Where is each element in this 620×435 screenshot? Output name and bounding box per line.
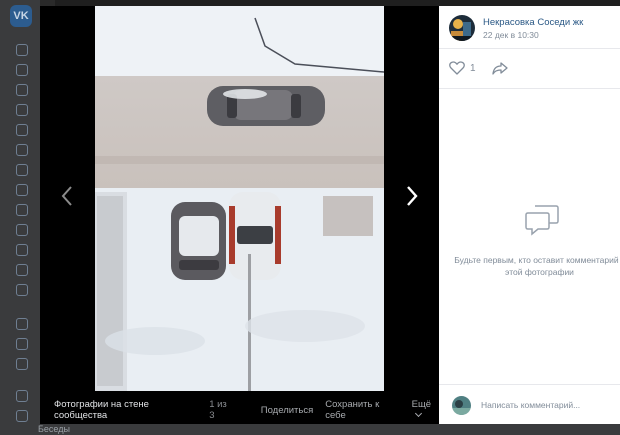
- sidebar-icon: [16, 284, 28, 296]
- divider: [439, 384, 620, 385]
- like-button[interactable]: 1: [449, 61, 476, 75]
- avatar-image: [449, 15, 475, 41]
- previous-photo-button[interactable]: [52, 176, 82, 216]
- sidebar-icon: [16, 390, 28, 402]
- photo-side-panel: Некрасовка Соседи жк 22 дек в 10:30 1 Бу…: [439, 6, 620, 424]
- photo-image: [95, 6, 384, 391]
- chevron-left-icon: [61, 186, 72, 206]
- like-count: 1: [470, 62, 476, 74]
- more-actions-menu[interactable]: Ещё: [412, 399, 439, 421]
- comment-input[interactable]: [477, 395, 620, 415]
- group-avatar[interactable]: [449, 15, 475, 41]
- viewer-footer: Фотографии на стене сообщества 1 из 3 По…: [40, 396, 439, 424]
- sidebar-icon: [16, 410, 28, 422]
- next-photo-button[interactable]: [397, 176, 427, 216]
- chevron-down-icon: [414, 409, 422, 418]
- photo-viewer: Фотографии на стене сообщества 1 из 3 По…: [40, 6, 439, 424]
- sidebar-icon: [16, 104, 28, 116]
- heart-icon: [449, 61, 465, 75]
- background-bottom-text: Беседы: [38, 424, 70, 434]
- sidebar-icon: [16, 124, 28, 136]
- sidebar-icon: [16, 164, 28, 176]
- post-date[interactable]: 22 дек в 10:30: [483, 30, 539, 40]
- sidebar-icon: [16, 264, 28, 276]
- sidebar-icon: [16, 84, 28, 96]
- comment-bubble-icon: [524, 204, 560, 241]
- background-bottom-bar: Беседы: [0, 424, 620, 435]
- photo[interactable]: [95, 6, 384, 391]
- sidebar-icon: [16, 144, 28, 156]
- divider: [439, 88, 620, 89]
- sidebar-icon: [16, 338, 28, 350]
- sidebar-icon: [16, 204, 28, 216]
- sidebar-icon: [16, 64, 28, 76]
- current-user-avatar: [452, 396, 471, 415]
- sidebar-icon: [16, 244, 28, 256]
- divider: [439, 48, 620, 49]
- sidebar-icon: [16, 44, 28, 56]
- user-avatar-image: [452, 396, 471, 415]
- share-arrow-icon: [492, 62, 508, 75]
- vk-logo-icon: VK: [10, 5, 32, 27]
- more-actions-label: Ещё: [411, 399, 432, 410]
- group-name-link[interactable]: Некрасовка Соседи жк: [483, 17, 583, 28]
- background-sidebar: VK: [0, 0, 40, 435]
- empty-comments-text: Будьте первым, кто оставит комментарий к…: [454, 255, 620, 277]
- photo-counter: 1 из 3: [209, 399, 227, 421]
- save-photo-link[interactable]: Сохранить к себе: [325, 399, 399, 421]
- photo-source-label: Фотографии на стене сообщества: [54, 399, 149, 421]
- sidebar-icon: [16, 318, 28, 330]
- sidebar-icon: [16, 184, 28, 196]
- chevron-right-icon: [407, 186, 418, 206]
- share-button[interactable]: [492, 61, 508, 80]
- share-photo-link[interactable]: Поделиться: [261, 405, 313, 416]
- sidebar-icon: [16, 358, 28, 370]
- sidebar-icon: [16, 224, 28, 236]
